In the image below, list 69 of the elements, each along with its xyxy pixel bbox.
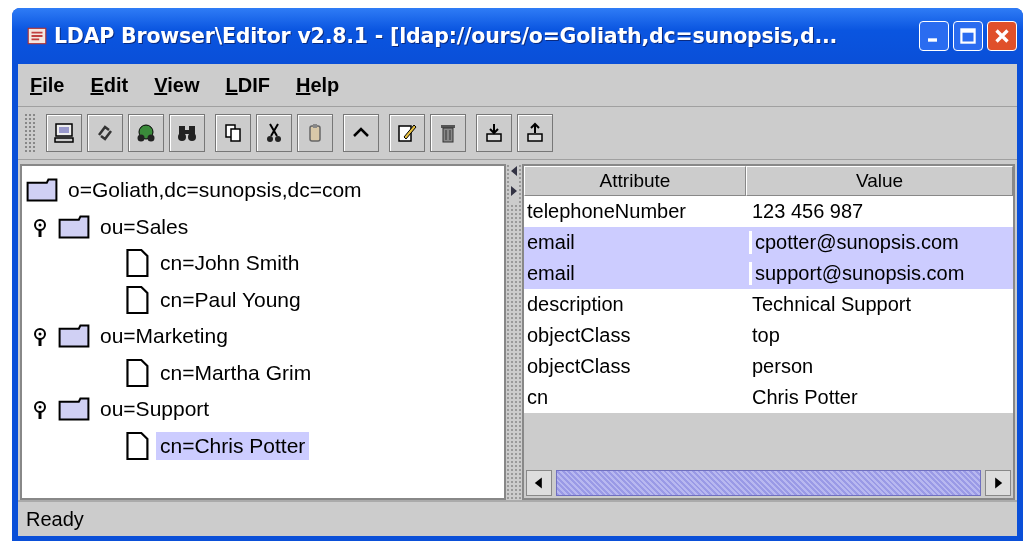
table-cell-text: description	[526, 293, 625, 316]
toolbar-button[interactable]	[430, 114, 466, 152]
scroll-left-button[interactable]	[526, 470, 552, 496]
table-row[interactable]: description Technical Support	[524, 289, 1013, 320]
tree-node[interactable]: cn=Paul Young	[156, 285, 305, 314]
table-row[interactable]: objectClass person	[524, 351, 1013, 382]
folder-icon	[58, 397, 90, 422]
table-cell: email	[524, 262, 752, 285]
table-cell-text: cn	[526, 386, 550, 409]
folder-icon	[26, 178, 58, 203]
toolbar-button[interactable]	[343, 114, 379, 152]
window-title: LDAP Browser\Editor v2.8.1 - [ldap://ours/o=Goliath,dc=sunopsis,d...	[54, 24, 839, 48]
toolbar-button[interactable]	[517, 114, 553, 152]
maximize-icon	[957, 25, 979, 47]
table-row[interactable]: email cpotter@sunopsis.com	[524, 227, 1013, 258]
scroll-thumb[interactable]	[556, 470, 981, 496]
table-cell-text: objectClass	[526, 355, 632, 378]
toolbar-button[interactable]	[215, 114, 251, 152]
tree-node[interactable]: ou=Support	[96, 395, 214, 424]
scroll-right-button[interactable]	[985, 470, 1011, 496]
maximize-button[interactable]	[953, 21, 983, 51]
table-cell-text: Chris Potter	[751, 386, 859, 409]
table-row[interactable]: email support@sunopsis.com	[524, 258, 1013, 289]
minimize-button[interactable]	[919, 21, 949, 51]
menu-item[interactable]: LDIF	[225, 73, 270, 97]
table-cell-text: person	[751, 355, 815, 378]
tree-node[interactable]: o=Goliath,dc=sunopsis,dc=com	[64, 176, 366, 205]
menu-item[interactable]: Edit	[90, 73, 129, 97]
document-icon	[124, 248, 150, 279]
toolbar-button[interactable]	[46, 114, 82, 152]
table-cell-text: support@sunopsis.com	[754, 262, 966, 285]
table-cell-text: cpotter@sunopsis.com	[754, 231, 960, 254]
table-row[interactable]: objectClass top	[524, 320, 1013, 351]
toolbar-button[interactable]	[128, 114, 164, 152]
toolbar-button[interactable]	[476, 114, 512, 152]
table-cell-text: telephoneNumber	[526, 200, 687, 223]
app-icon	[26, 25, 48, 47]
toolbar-grip[interactable]	[24, 113, 36, 153]
document-icon	[124, 430, 150, 461]
menu-item[interactable]: Help	[295, 73, 340, 97]
document-icon	[124, 357, 150, 388]
folder-icon	[58, 214, 90, 239]
table-row[interactable]: telephoneNumber 123 456 987	[524, 196, 1013, 227]
horizontal-scrollbar[interactable]	[524, 468, 1013, 498]
tree-node[interactable]: cn=John Smith	[156, 249, 304, 278]
tree-node[interactable]: cn=Chris Potter	[156, 431, 310, 460]
tree-node[interactable]: cn=Martha Grim	[156, 358, 316, 387]
column-header[interactable]: Value	[746, 166, 1013, 196]
table-row[interactable]: cn Chris Potter	[524, 382, 1013, 413]
menu-item[interactable]: File	[30, 73, 65, 97]
minimize-icon	[928, 38, 937, 42]
table-cell-text: Technical Support	[751, 293, 912, 316]
menu-item[interactable]: View	[154, 73, 200, 97]
toolbar-button[interactable]	[169, 114, 205, 152]
status-text: Ready	[18, 500, 1017, 536]
folder-icon	[58, 324, 90, 349]
column-header[interactable]: Attribute	[524, 166, 746, 196]
table-cell-text: 123 456 987	[751, 200, 865, 223]
document-icon	[124, 284, 150, 315]
close-button[interactable]	[987, 21, 1017, 51]
tree-node[interactable]: ou=Sales	[96, 212, 193, 241]
toolbar-button[interactable]	[87, 114, 123, 152]
table-cell-text: top	[751, 324, 781, 347]
computer-icon	[52, 121, 76, 145]
tree-node[interactable]: ou=Marketing	[96, 322, 232, 351]
toolbar-button[interactable]	[389, 114, 425, 152]
toolbar-button[interactable]	[256, 114, 292, 152]
table-cell: email	[524, 231, 752, 254]
table-cell-text: objectClass	[526, 324, 632, 347]
